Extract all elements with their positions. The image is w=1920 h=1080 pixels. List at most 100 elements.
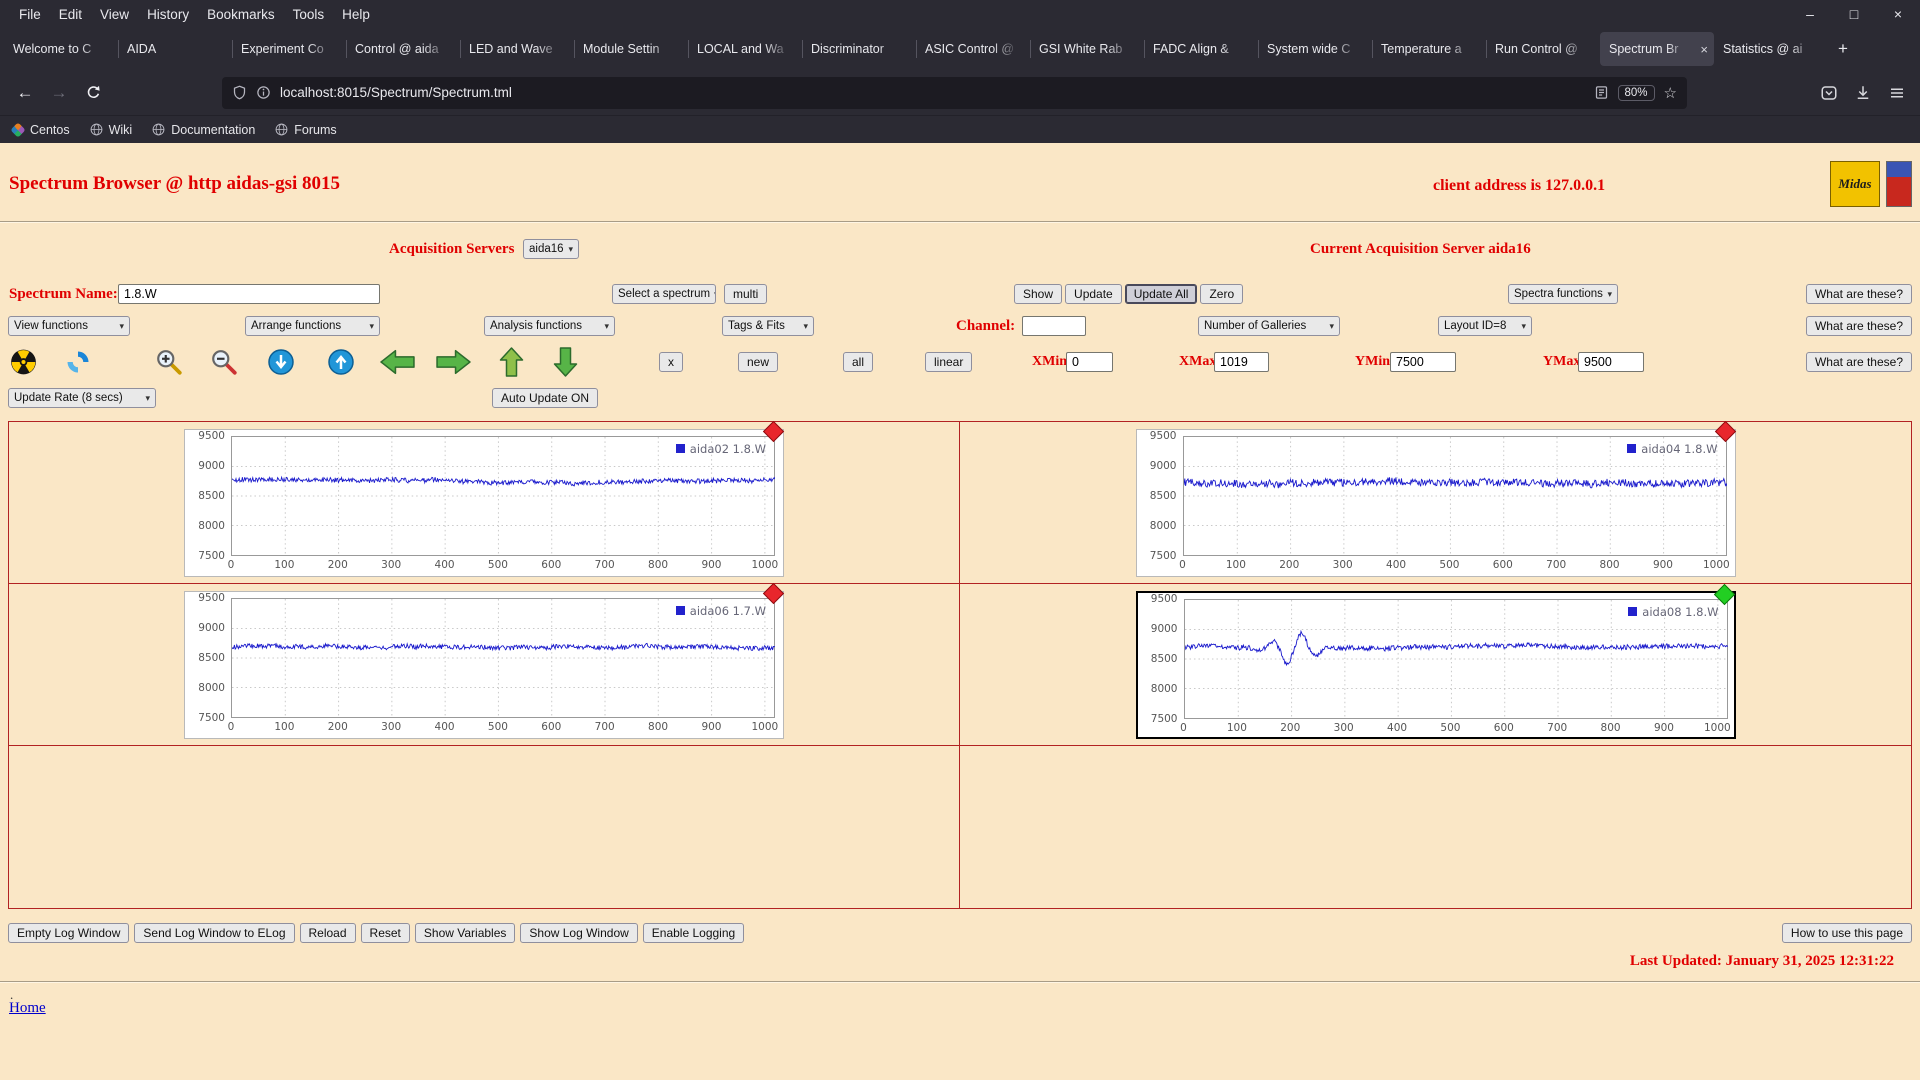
tags-fits-dropdown[interactable]: Tags & Fits ▾ xyxy=(722,316,814,336)
xmin-input[interactable] xyxy=(1066,352,1113,372)
spectrum-chart-aida06[interactable]: 7500 8000 8500 9000 9500 aida06 1.7.W 0 100 20… xyxy=(184,582,785,739)
zoom-out-magnifier-icon[interactable] xyxy=(210,348,238,376)
green-arrow-up-icon[interactable] xyxy=(498,346,525,378)
maximize-icon[interactable]: □ xyxy=(1832,0,1876,28)
radiation-source-icon[interactable] xyxy=(10,349,37,376)
new-tab-button[interactable]: + xyxy=(1828,34,1858,64)
what-are-these-button-3[interactable]: What are these? xyxy=(1805,352,1912,372)
green-arrow-right-icon[interactable] xyxy=(435,349,472,376)
what-are-these-button-1[interactable]: What are these? xyxy=(1805,284,1912,304)
spectrum-chart-aida02[interactable]: 7500 8000 8500 9000 9500 aida02 1.8.W 0 100 20… xyxy=(184,420,785,577)
reload-button[interactable] xyxy=(76,77,110,109)
gallery-cell-4[interactable]: 7500 8000 8500 9000 9500 aida08 1.8.W 0 100 20… xyxy=(960,583,1911,746)
close-icon[interactable]: × xyxy=(1876,0,1920,28)
bookmark-forums[interactable]: Forums xyxy=(275,123,337,137)
minimize-icon[interactable]: – xyxy=(1788,0,1832,28)
zoom-level-indicator[interactable]: 80% xyxy=(1617,84,1655,101)
tab-experiment[interactable]: Experiment Co xyxy=(232,32,346,66)
spectra-functions-dropdown[interactable]: Spectra functions ▾ xyxy=(1508,284,1618,304)
tracking-shield-icon[interactable] xyxy=(232,85,247,100)
show-variables-button[interactable]: Show Variables xyxy=(414,923,516,943)
bookmark-documentation[interactable]: Documentation xyxy=(152,123,255,137)
what-are-these-button-2[interactable]: What are these? xyxy=(1805,316,1912,336)
gallery-cell-5-empty[interactable] xyxy=(9,746,960,908)
view-functions-dropdown[interactable]: View functions ▾ xyxy=(8,316,130,336)
page-info-icon[interactable] xyxy=(256,85,271,100)
tab-spectrum-browser-active[interactable]: Spectrum Br × xyxy=(1600,32,1714,66)
bookmark-star-icon[interactable]: ☆ xyxy=(1664,84,1677,102)
bookmark-wiki[interactable]: Wiki xyxy=(90,123,132,137)
spectrum-name-input[interactable] xyxy=(118,284,380,304)
tab-system-wide[interactable]: System wide C xyxy=(1258,32,1372,66)
gallery-cell-6-empty[interactable] xyxy=(960,746,1911,908)
forward-button[interactable]: → xyxy=(42,77,76,109)
multi-button[interactable]: multi xyxy=(724,284,768,304)
number-of-galleries-dropdown[interactable]: Number of Galleries ▾ xyxy=(1198,316,1340,336)
back-button[interactable]: ← xyxy=(8,77,42,109)
bookmark-centos[interactable]: Centos xyxy=(10,121,70,138)
menu-tools[interactable]: Tools xyxy=(284,7,334,22)
channel-input[interactable] xyxy=(1022,316,1086,336)
menu-view[interactable]: View xyxy=(91,7,138,22)
show-button[interactable]: Show xyxy=(1014,284,1063,304)
gallery-cell-1[interactable]: 7500 8000 8500 9000 9500 aida02 1.8.W 0 100 20… xyxy=(9,420,960,584)
arrange-functions-dropdown[interactable]: Arrange functions ▾ xyxy=(245,316,380,336)
green-arrow-left-icon[interactable] xyxy=(379,349,416,376)
tab-run-control[interactable]: Run Control @ xyxy=(1486,32,1600,66)
url-text[interactable]: localhost:8015/Spectrum/Spectrum.tml xyxy=(280,85,1585,100)
update-button[interactable]: Update xyxy=(1065,284,1122,304)
tab-aida[interactable]: AIDA xyxy=(118,32,232,66)
tab-statistics[interactable]: Statistics @ ai xyxy=(1714,32,1828,66)
zero-button[interactable]: Zero xyxy=(1200,284,1244,304)
blue-sphere-down-icon[interactable] xyxy=(267,348,295,376)
menu-file[interactable]: File xyxy=(10,7,50,22)
tab-white-rabbit[interactable]: GSI White Rab xyxy=(1030,32,1144,66)
gallery-cell-2[interactable]: 7500 8000 8500 9000 9500 aida04 1.8.W 0 100 20… xyxy=(960,420,1911,584)
home-link[interactable]: Home xyxy=(9,1000,46,1017)
xmax-input[interactable] xyxy=(1214,352,1269,372)
url-bar[interactable]: localhost:8015/Spectrum/Spectrum.tml 80%… xyxy=(222,76,1687,109)
select-spectrum-dropdown[interactable]: Select a spectrum▾ xyxy=(612,284,716,304)
tab-discriminator[interactable]: Discriminator xyxy=(802,32,916,66)
tab-local[interactable]: LOCAL and Wa xyxy=(688,32,802,66)
enable-logging-button[interactable]: Enable Logging xyxy=(642,923,745,943)
menu-bookmarks[interactable]: Bookmarks xyxy=(198,7,284,22)
auto-update-button[interactable]: Auto Update ON xyxy=(492,388,599,408)
tab-module-settings[interactable]: Module Settin xyxy=(574,32,688,66)
hamburger-menu-icon[interactable] xyxy=(1888,84,1906,102)
tab-temperature[interactable]: Temperature a xyxy=(1372,32,1486,66)
tab-close-icon[interactable]: × xyxy=(1700,42,1708,57)
all-button[interactable]: all xyxy=(843,352,874,372)
refresh-swirl-icon[interactable] xyxy=(64,348,92,376)
gallery-cell-3[interactable]: 7500 8000 8500 9000 9500 aida06 1.7.W 0 100 20… xyxy=(9,582,960,746)
empty-log-window-button[interactable]: Empty Log Window xyxy=(8,923,130,943)
downloads-icon[interactable] xyxy=(1854,84,1872,102)
update-all-button[interactable]: Update All xyxy=(1124,284,1198,304)
new-button[interactable]: new xyxy=(738,352,779,372)
ymax-input[interactable] xyxy=(1578,352,1644,372)
menu-help[interactable]: Help xyxy=(333,7,379,22)
spectrum-chart-aida08[interactable]: 7500 8000 8500 9000 9500 aida08 1.8.W 0 100 20… xyxy=(1135,583,1736,739)
menu-edit[interactable]: Edit xyxy=(50,7,91,22)
show-log-window-button[interactable]: Show Log Window xyxy=(520,923,638,943)
zoom-in-magnifier-icon[interactable] xyxy=(155,348,183,376)
tab-welcome[interactable]: Welcome to C xyxy=(4,32,118,66)
how-to-use-button[interactable]: How to use this page xyxy=(1781,923,1912,943)
x-scale-button[interactable]: x xyxy=(659,352,683,372)
layout-id-dropdown[interactable]: Layout ID=8 ▾ xyxy=(1438,316,1532,336)
reader-mode-icon[interactable] xyxy=(1594,85,1609,100)
spectrum-chart-aida04[interactable]: 7500 8000 8500 9000 9500 aida04 1.8.W 0 100 20… xyxy=(1135,420,1736,577)
linear-button[interactable]: linear xyxy=(925,352,973,372)
tab-control[interactable]: Control @ aida xyxy=(346,32,460,66)
green-arrow-down-icon[interactable] xyxy=(552,346,579,378)
update-rate-dropdown[interactable]: Update Rate (8 secs) ▾ xyxy=(8,388,156,408)
blue-sphere-up-icon[interactable] xyxy=(327,348,355,376)
menu-history[interactable]: History xyxy=(138,7,198,22)
tab-asic-control[interactable]: ASIC Control @ xyxy=(916,32,1030,66)
reload-page-button[interactable]: Reload xyxy=(299,923,356,943)
acquisition-server-select[interactable]: aida16 ▾ xyxy=(523,239,579,259)
save-to-pocket-icon[interactable] xyxy=(1820,84,1838,102)
analysis-functions-dropdown[interactable]: Analysis functions ▾ xyxy=(484,316,615,336)
tab-led-wave[interactable]: LED and Wave xyxy=(460,32,574,66)
reset-button[interactable]: Reset xyxy=(360,923,410,943)
